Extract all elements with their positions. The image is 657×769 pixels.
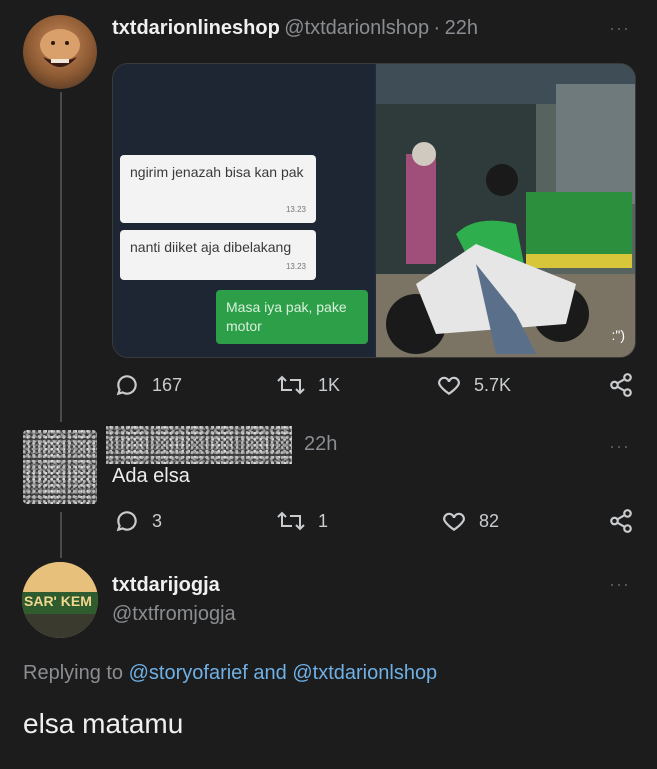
chat-bubble-text: ngirim jenazah bisa kan pak	[130, 164, 304, 180]
tweet-media[interactable]: ngirim jenazah bisa kan pak 13.23 nanti …	[112, 63, 636, 358]
thread-line	[60, 512, 62, 558]
retweet-button[interactable]: 1K	[276, 372, 340, 398]
user-handle[interactable]: @txtfromjogja	[112, 603, 236, 626]
chat-bubble-time: 13.23	[285, 205, 306, 214]
mention-link[interactable]: @txtdarionlshop	[292, 662, 437, 684]
reply-count: 3	[152, 510, 163, 531]
more-icon[interactable]: ···	[609, 18, 630, 39]
retweet-count: 1	[318, 510, 329, 531]
display-name[interactable]: txtdarijogja	[112, 574, 220, 597]
chat-bubble-time: 13.23	[285, 262, 306, 271]
tweet-header: txtdarionlineshop @txtdarionlshop · 22h	[112, 17, 478, 40]
chat-bubble: nanti diiket aja dibelakang 13.23	[120, 230, 316, 280]
like-button[interactable]: 82	[441, 508, 499, 534]
replying-and: and	[253, 662, 287, 684]
retweet-count: 1K	[318, 374, 341, 395]
chat-bubble-text: Masa iya pak, pake motor	[226, 299, 347, 334]
heart-icon	[443, 512, 465, 531]
avatar[interactable]	[23, 15, 97, 89]
user-handle[interactable]: @txtdarionlshop	[284, 17, 429, 39]
avatar-sign-text: SAR' KEM	[24, 593, 92, 609]
separator: ·	[433, 17, 441, 39]
thread-line	[60, 92, 62, 422]
chat-bubble-text: nanti diiket aja dibelakang	[130, 239, 292, 255]
tweet-text: Ada elsa	[112, 465, 190, 487]
retweet-icon	[277, 511, 305, 531]
replying-to: Replying to @storyofarief and @txtdarion…	[23, 662, 437, 685]
reply-button[interactable]: 167	[114, 372, 182, 398]
more-icon[interactable]: ···	[609, 574, 630, 595]
timestamp[interactable]: 22h	[445, 17, 478, 39]
display-name[interactable]: txtdarionlineshop	[112, 17, 280, 39]
avatar-censored[interactable]	[23, 430, 97, 504]
share-icon	[610, 373, 632, 397]
mention-link[interactable]: @storyofarief	[129, 662, 248, 684]
share-button[interactable]	[608, 508, 634, 534]
chat-screenshot: ngirim jenazah bisa kan pak 13.23 nanti …	[113, 64, 374, 357]
chat-bubble-sent: Masa iya pak, pake motor	[216, 290, 368, 344]
reply-icon	[116, 511, 137, 532]
tweet-text: elsa matamu	[23, 708, 184, 739]
sticker-text: :")	[611, 327, 625, 343]
reply-icon	[116, 375, 137, 396]
reply-button[interactable]: 3	[114, 508, 162, 534]
more-icon[interactable]: ···	[609, 436, 630, 457]
like-button[interactable]: 5.7K	[436, 372, 511, 398]
chat-bubble: ngirim jenazah bisa kan pak 13.23	[120, 155, 316, 223]
retweet-icon	[277, 375, 305, 395]
avatar[interactable]: SAR' KEM	[22, 562, 98, 638]
share-button[interactable]	[608, 372, 634, 398]
share-icon	[610, 509, 632, 533]
retweet-button[interactable]: 1	[276, 508, 328, 534]
heart-icon	[438, 376, 460, 395]
reply-count: 167	[152, 374, 183, 395]
replying-to-label: Replying to	[23, 662, 124, 684]
timestamp[interactable]: 22h	[304, 433, 337, 456]
censored-name	[106, 426, 292, 464]
like-count: 82	[479, 510, 500, 531]
like-count: 5.7K	[474, 374, 512, 395]
photo-motorbike-coffin: :")	[376, 64, 635, 357]
